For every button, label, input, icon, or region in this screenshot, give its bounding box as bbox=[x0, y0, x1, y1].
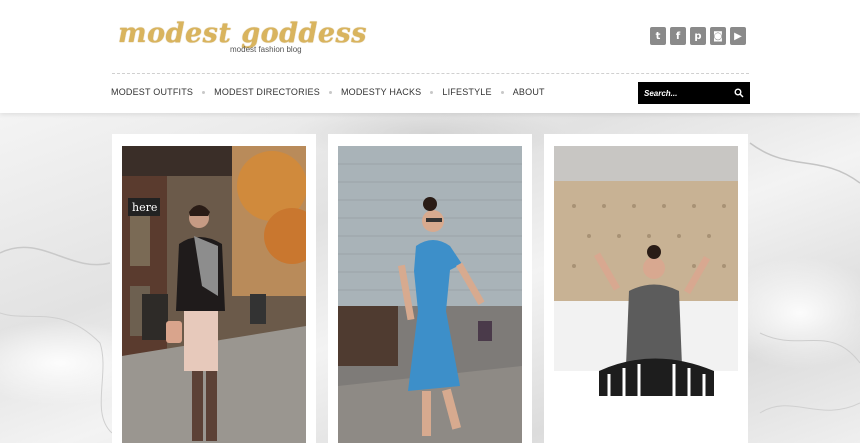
header-divider bbox=[112, 73, 749, 74]
search-input[interactable] bbox=[644, 88, 724, 98]
nav-separator bbox=[202, 90, 206, 94]
here-sign-text: here bbox=[132, 201, 157, 214]
post-card[interactable] bbox=[544, 134, 748, 443]
nav-item-modesty-hacks[interactable]: MODESTY HACKS bbox=[341, 87, 421, 97]
post-card[interactable] bbox=[328, 134, 532, 443]
post-thumbnail-bedroom-lounge[interactable] bbox=[554, 146, 738, 443]
post-card[interactable]: here bbox=[112, 134, 316, 443]
nav-separator bbox=[500, 90, 504, 94]
main-nav: MODEST OUTFITS MODEST DIRECTORIES MODEST… bbox=[111, 87, 545, 97]
nav-item-about[interactable]: ABOUT bbox=[513, 87, 545, 97]
twitter-icon[interactable]: t bbox=[650, 27, 666, 45]
nav-item-modest-outfits[interactable]: MODEST OUTFITS bbox=[111, 87, 193, 97]
nav-item-modest-directories[interactable]: MODEST DIRECTORIES bbox=[214, 87, 320, 97]
youtube-icon[interactable]: ▶ bbox=[730, 27, 746, 45]
nav-separator bbox=[430, 90, 434, 94]
instagram-icon[interactable]: ◙ bbox=[710, 27, 726, 45]
pinterest-icon[interactable]: p bbox=[690, 27, 706, 45]
nav-item-lifestyle[interactable]: LIFESTYLE bbox=[442, 87, 491, 97]
post-thumbnail-street-outfit[interactable]: here bbox=[122, 146, 306, 443]
nav-separator bbox=[328, 90, 332, 94]
search-box bbox=[638, 82, 750, 104]
social-links: t f p ◙ ▶ bbox=[650, 27, 746, 45]
post-thumbnail-blue-dress[interactable] bbox=[338, 146, 522, 443]
facebook-icon[interactable]: f bbox=[670, 27, 686, 45]
site-header: modest goddess modest fashion blog t f p… bbox=[0, 0, 860, 113]
search-icon[interactable] bbox=[734, 88, 744, 98]
site-logo[interactable]: modest goddess modest fashion blog bbox=[118, 18, 366, 62]
logo-tagline: modest fashion blog bbox=[230, 45, 302, 54]
